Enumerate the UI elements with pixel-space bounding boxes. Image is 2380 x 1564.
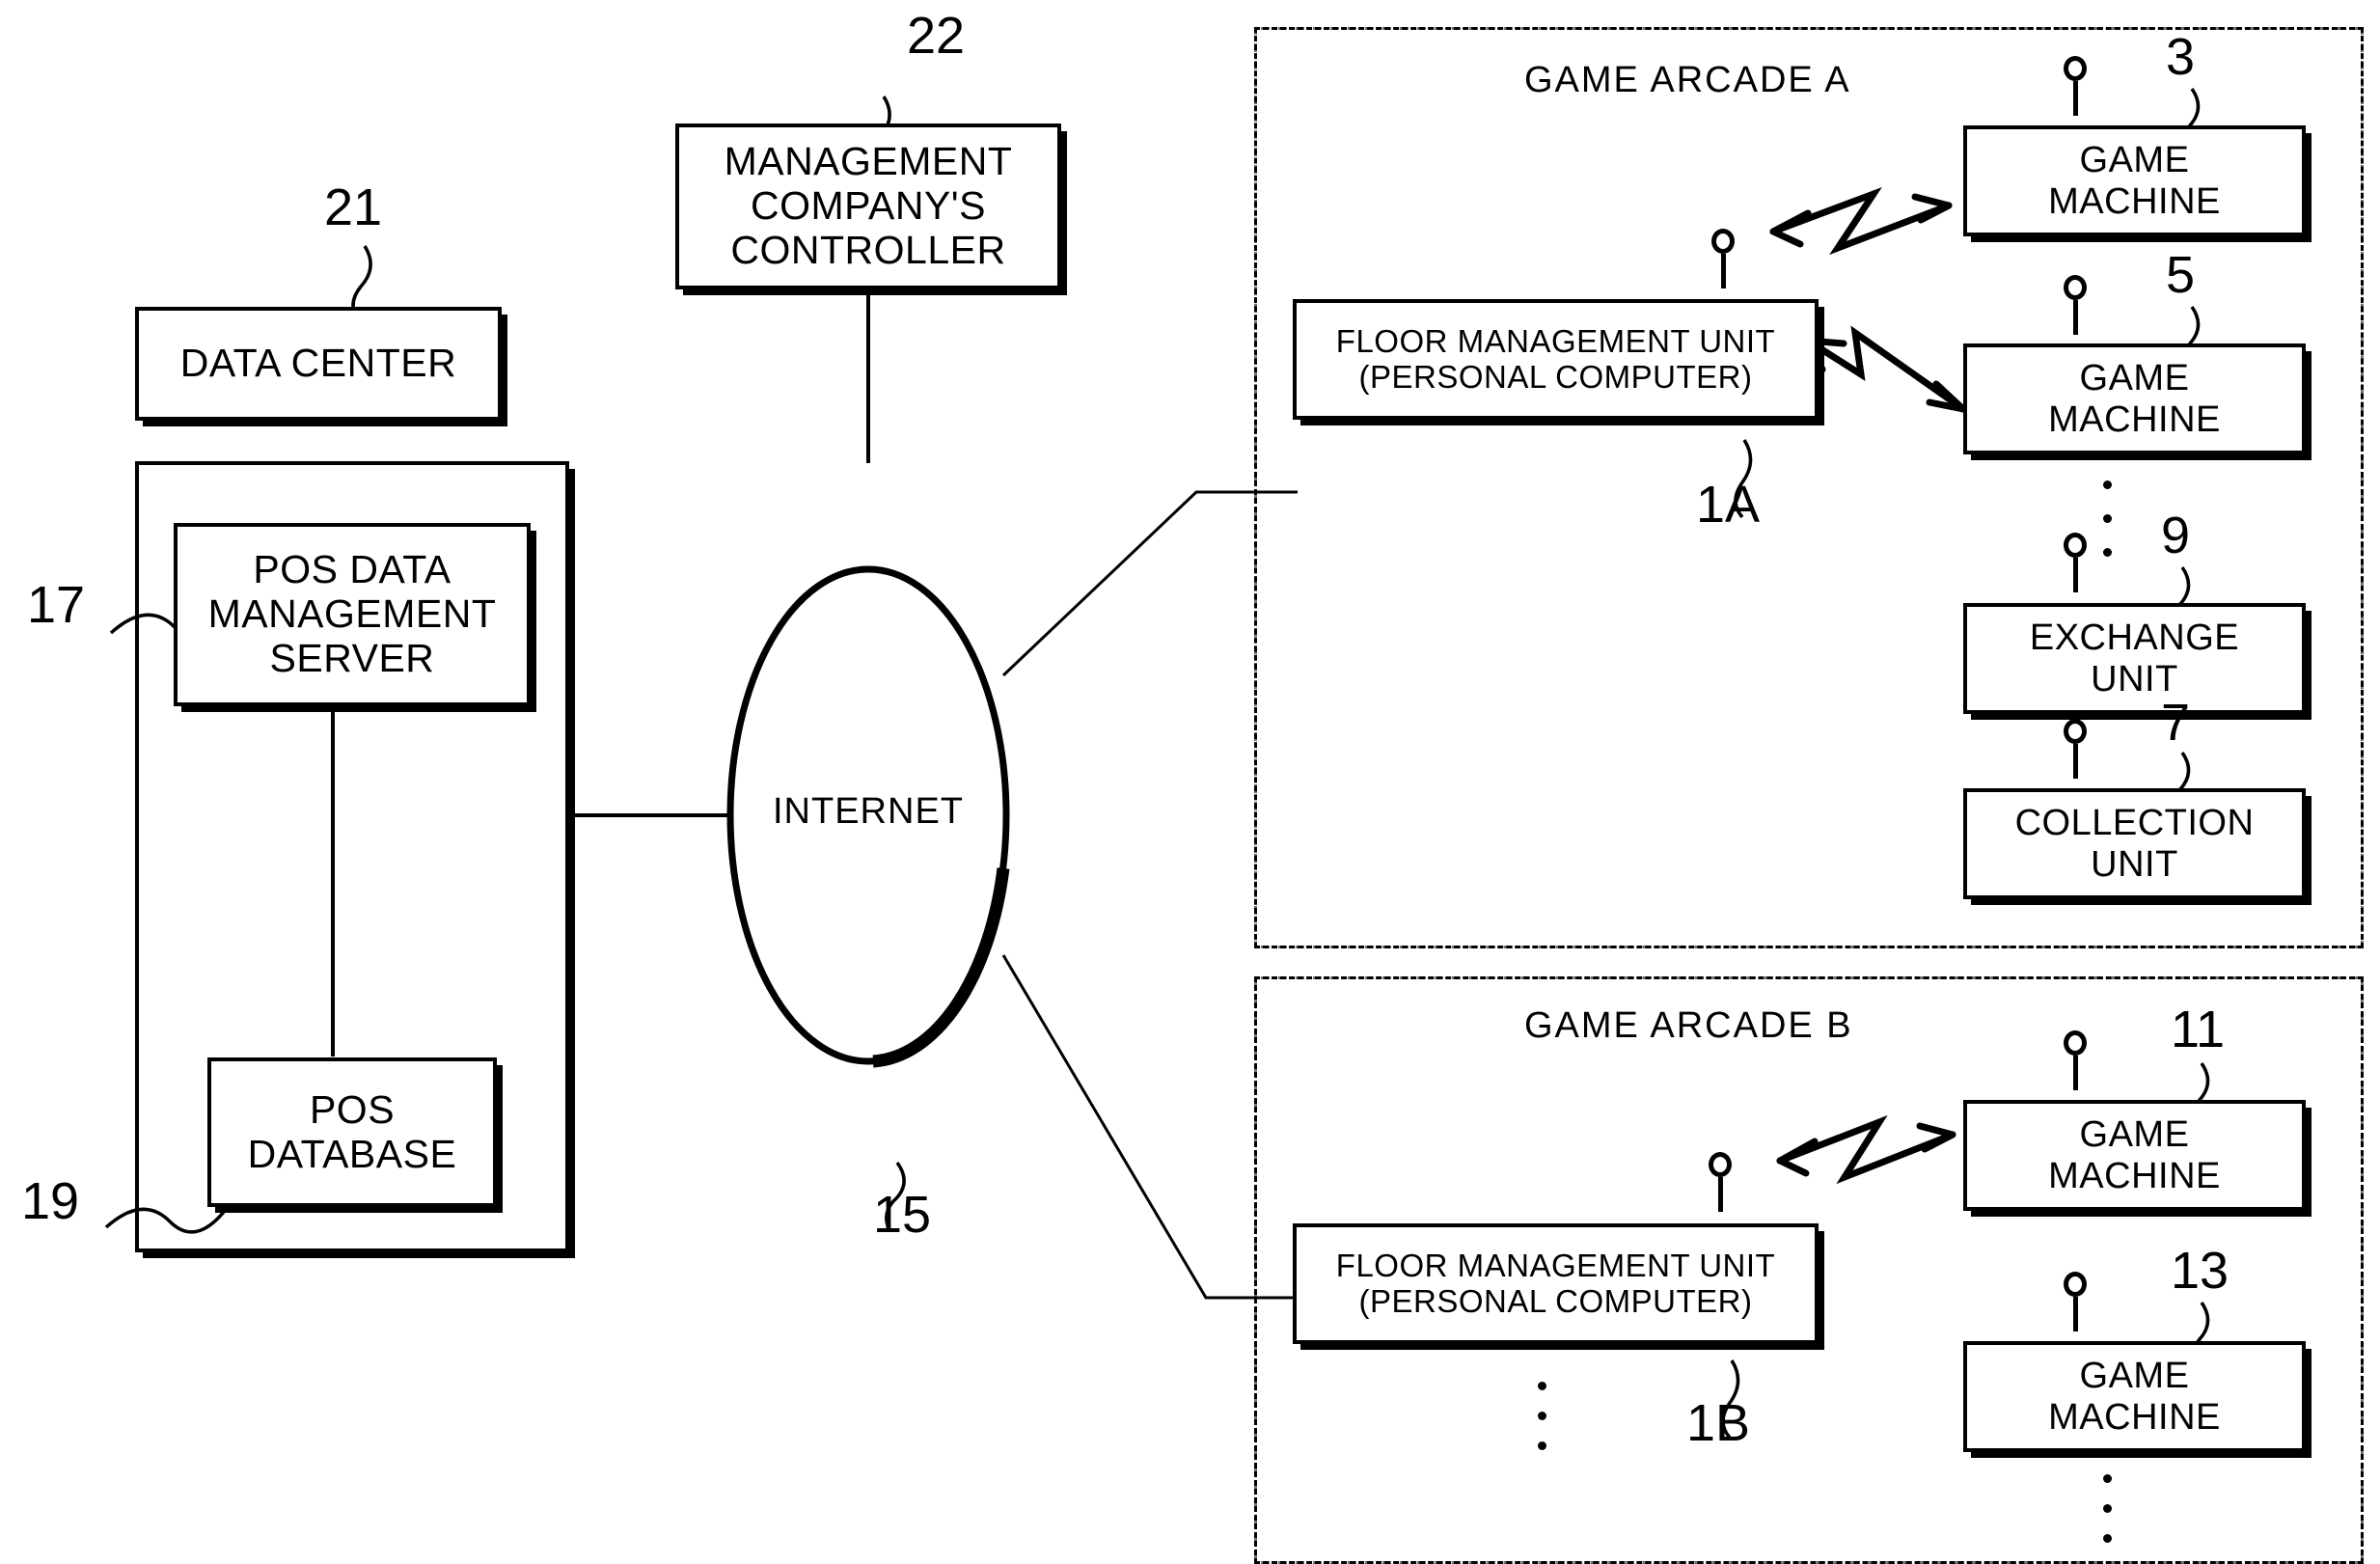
ref-numeral-17: 17 [27, 576, 86, 634]
antenna-icon-game-machine-11 [2064, 1030, 2087, 1090]
antenna-icon-game-machine-5 [2064, 275, 2087, 335]
exchange-unit-box[interactable]: EXCHANGE UNIT [1963, 603, 2306, 714]
ref-numeral-22: 22 [907, 7, 966, 65]
pos-database-label: POS DATABASE [247, 1086, 457, 1176]
ref-numeral-1B: 1B [1686, 1394, 1751, 1452]
ref-numeral-3: 3 [2166, 28, 2196, 86]
antenna-icon-game-machine-13 [2064, 1272, 2087, 1331]
floor-unit-a-label: FLOOR MANAGEMENT UNIT (PERSONAL COMPUTER… [1335, 322, 1776, 395]
antenna-icon-floor-unit-a [1711, 229, 1735, 288]
floor-management-unit-a-box[interactable]: FLOOR MANAGEMENT UNIT (PERSONAL COMPUTER… [1293, 299, 1819, 420]
antenna-icon-collection-unit [2064, 719, 2087, 779]
antenna-icon-exchange-unit [2064, 533, 2087, 592]
ref-numeral-15: 15 [873, 1186, 932, 1244]
ref-numeral-9: 9 [2161, 507, 2191, 564]
management-company-controller-box[interactable]: MANAGEMENT COMPANY'S CONTROLLER [675, 123, 1061, 289]
game-machine-11-label: GAME MACHINE [2048, 1113, 2221, 1196]
collection-unit-label: COLLECTION UNIT [2014, 802, 2255, 885]
game-machine-3-label: GAME MACHINE [2048, 139, 2221, 222]
collection-unit-box[interactable]: COLLECTION UNIT [1963, 788, 2306, 899]
controller-label: MANAGEMENT COMPANY'S CONTROLLER [724, 139, 1013, 272]
game-machine-5-label: GAME MACHINE [2048, 357, 2221, 440]
data-center-label: DATA CENTER [179, 341, 457, 386]
vertical-ellipsis-arcade-b [2103, 1474, 2112, 1543]
antenna-icon-game-machine-3 [2064, 56, 2087, 116]
patent-figure: DATA CENTER 21 POS DATA MANAGEMENT SERVE… [0, 0, 2380, 1564]
vertical-ellipsis-arcade-a [2103, 480, 2112, 557]
ref-numeral-19: 19 [21, 1172, 80, 1230]
game-machine-11-box[interactable]: GAME MACHINE [1963, 1100, 2306, 1211]
ref-numeral-7: 7 [2161, 694, 2191, 752]
data-center-box[interactable]: DATA CENTER [135, 307, 502, 421]
pos-data-management-server-box[interactable]: POS DATA MANAGEMENT SERVER [174, 523, 531, 706]
vertical-ellipsis-floor-units [1538, 1382, 1546, 1450]
ref-numeral-5: 5 [2166, 246, 2196, 304]
game-arcade-a-title: GAME ARCADE A [1524, 60, 1851, 100]
game-machine-13-box[interactable]: GAME MACHINE [1963, 1341, 2306, 1452]
game-machine-3-box[interactable]: GAME MACHINE [1963, 125, 2306, 236]
exchange-unit-label: EXCHANGE UNIT [2029, 617, 2240, 700]
internet-label: INTERNET [773, 791, 964, 832]
game-arcade-b-title: GAME ARCADE B [1524, 1005, 1853, 1046]
internet-cloud-shade [872, 867, 1010, 1068]
ref-numeral-13: 13 [2171, 1242, 2230, 1300]
game-machine-5-box[interactable]: GAME MACHINE [1963, 343, 2306, 454]
antenna-icon-floor-unit-b [1709, 1152, 1732, 1212]
floor-management-unit-b-box[interactable]: FLOOR MANAGEMENT UNIT (PERSONAL COMPUTER… [1293, 1223, 1819, 1344]
game-machine-13-label: GAME MACHINE [2048, 1355, 2221, 1438]
ref-numeral-11: 11 [2171, 1001, 2226, 1058]
floor-unit-b-label: FLOOR MANAGEMENT UNIT (PERSONAL COMPUTER… [1335, 1247, 1776, 1319]
pos-server-label: POS DATA MANAGEMENT SERVER [207, 547, 497, 680]
pos-database-box[interactable]: POS DATABASE [207, 1057, 497, 1207]
ref-numeral-21: 21 [324, 178, 383, 236]
ref-numeral-1A: 1A [1696, 476, 1761, 534]
